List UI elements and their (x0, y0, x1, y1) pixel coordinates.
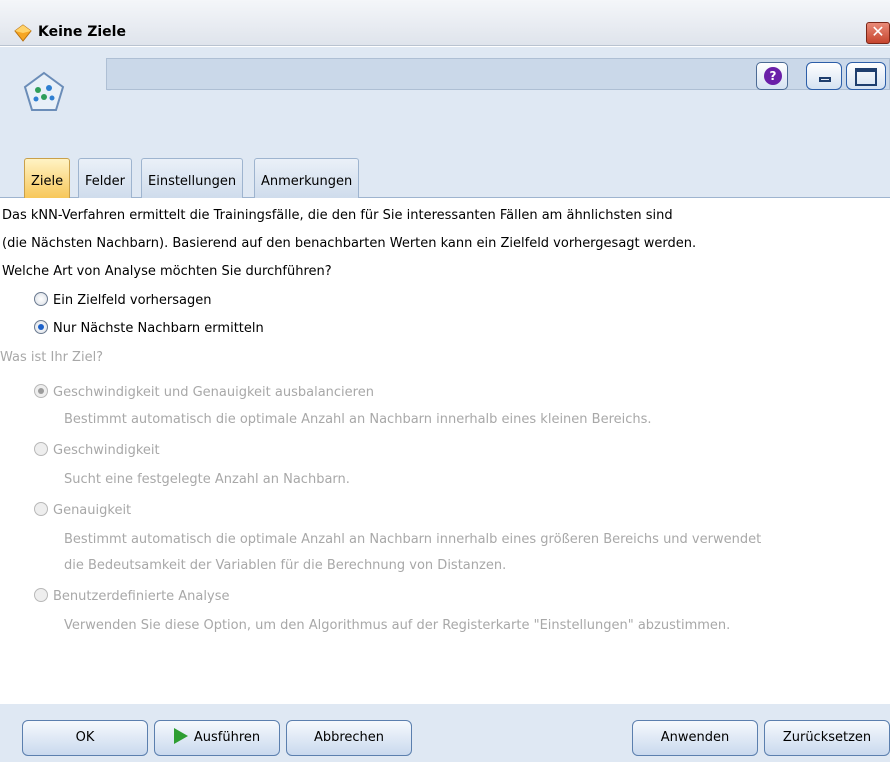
cancel-button[interactable]: Abbrechen (286, 720, 412, 756)
radio-goal-speed[interactable]: Geschwindigkeit (34, 442, 160, 458)
tab-content-ziele: Das kNN-Verfahren ermittelt die Training… (0, 198, 890, 704)
goal-accuracy-description-line-2: die Bedeutsamkeit der Variablen für die … (64, 558, 507, 573)
ok-button[interactable]: OK (22, 720, 148, 756)
apply-button[interactable]: Anwenden (632, 720, 758, 756)
radio-label: Geschwindigkeit (53, 443, 160, 458)
radio-goal-accuracy[interactable]: Genauigkeit (34, 502, 131, 518)
title-bar: Keine Ziele ✕ (0, 0, 890, 46)
radio-goal-custom[interactable]: Benutzerdefinierte Analyse (34, 588, 229, 604)
radio-label: Benutzerdefinierte Analyse (53, 589, 230, 604)
play-icon (173, 728, 188, 744)
run-button[interactable]: Ausführen (154, 720, 280, 756)
intro-text-line-1: Das kNN-Verfahren ermittelt die Training… (2, 208, 673, 223)
close-icon: ✕ (871, 22, 885, 41)
radio-button[interactable] (34, 442, 48, 456)
radio-button[interactable] (34, 502, 48, 516)
diamond-app-icon (14, 24, 32, 42)
analysis-question: Welche Art von Analyse möchten Sie durch… (2, 264, 332, 279)
goal-custom-description: Verwenden Sie diese Option, um den Algor… (64, 618, 731, 633)
minimize-button[interactable] (806, 62, 842, 90)
tab-strip (0, 151, 890, 198)
radio-button[interactable] (34, 292, 48, 306)
radio-label: Nur Nächste Nachbarn ermitteln (53, 321, 264, 336)
knn-node-icon (23, 71, 65, 111)
radio-label: Genauigkeit (53, 503, 132, 518)
minimize-icon (819, 77, 831, 82)
help-icon: ? (764, 67, 782, 85)
intro-text-line-2: (die Nächsten Nachbarn). Basierend auf d… (2, 236, 697, 251)
goal-accuracy-description-line-1: Bestimmt automatisch die optimale Anzahl… (64, 532, 762, 547)
close-button[interactable]: ✕ (866, 22, 890, 44)
help-button[interactable]: ? (756, 62, 788, 90)
tab-anmerkungen[interactable]: Anmerkungen (254, 158, 360, 198)
radio-label: Geschwindigkeit und Genauigkeit ausbalan… (53, 385, 374, 400)
maximize-button[interactable] (846, 62, 886, 90)
radio-predict-target[interactable]: Ein Zielfeld vorhersagen (34, 292, 211, 308)
window-title: Keine Ziele (38, 24, 126, 40)
reset-button[interactable]: Zurücksetzen (764, 720, 890, 756)
run-button-label: Ausführen (193, 730, 261, 745)
radio-nearest-neighbors-only[interactable]: Nur Nächste Nachbarn ermitteln (34, 320, 264, 336)
tab-einstellungen[interactable]: Einstellungen (141, 158, 244, 198)
radio-goal-balance[interactable]: Geschwindigkeit und Genauigkeit ausbalan… (34, 384, 374, 400)
radio-button[interactable] (34, 320, 48, 334)
tab-felder[interactable]: Felder (78, 158, 132, 198)
goal-speed-description: Sucht eine festgelegte Anzahl an Nachbar… (64, 472, 350, 487)
tab-ziele[interactable]: Ziele (24, 158, 71, 198)
maximize-icon (855, 68, 877, 86)
goal-question: Was ist Ihr Ziel? (0, 350, 104, 365)
radio-label: Ein Zielfeld vorhersagen (53, 293, 212, 308)
radio-button[interactable] (34, 588, 48, 602)
radio-button[interactable] (34, 384, 48, 398)
goal-balance-description: Bestimmt automatisch die optimale Anzahl… (64, 412, 652, 427)
